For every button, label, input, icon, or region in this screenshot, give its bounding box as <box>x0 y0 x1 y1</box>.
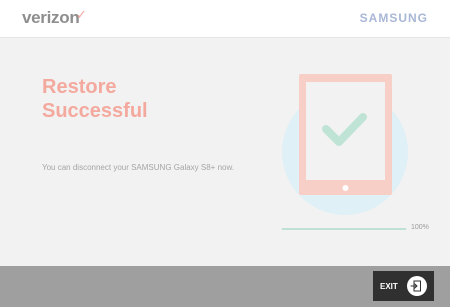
exit-label: EXIT <box>380 282 398 291</box>
progress-percentage: 100% <box>411 224 429 231</box>
verizon-checkmark-icon: ✓ <box>76 7 87 22</box>
samsung-logo: SAMSUNG <box>359 11 428 25</box>
title-line-2: Successful <box>42 100 148 122</box>
exit-button[interactable]: EXIT <box>373 271 434 301</box>
tablet-check-icon <box>270 65 420 220</box>
verizon-logo: verizon <box>22 8 80 27</box>
progress-fill <box>282 228 406 230</box>
title-line-1: Restore <box>42 76 117 98</box>
exit-door-icon <box>407 276 427 296</box>
progress-bar <box>282 228 406 230</box>
page-title: Restore Successful <box>42 75 242 123</box>
disconnect-message: You can disconnect your SAMSUNG Galaxy S… <box>42 163 235 172</box>
header-bar: verizon ✓ SAMSUNG <box>0 0 450 38</box>
